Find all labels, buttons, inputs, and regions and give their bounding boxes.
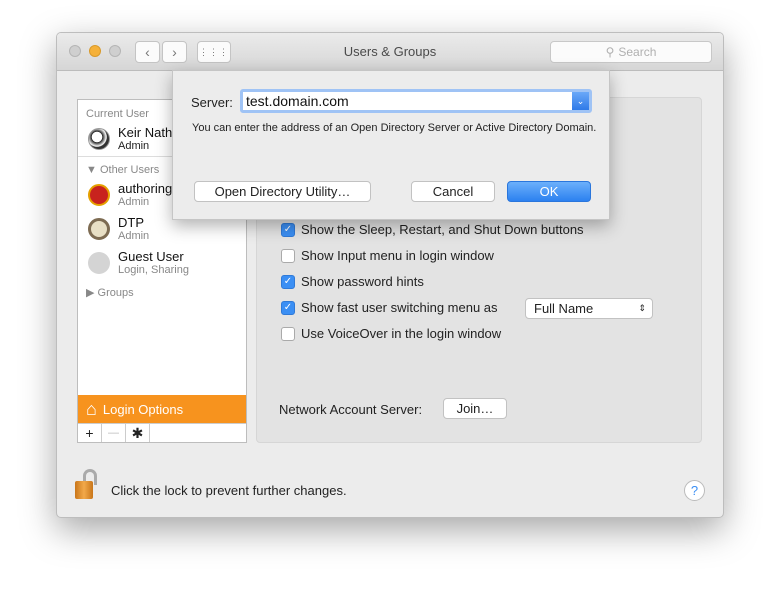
disclosure-right-icon: ▶ bbox=[86, 287, 98, 299]
checkbox[interactable]: ✓ bbox=[281, 222, 295, 237]
option-sleep-restart[interactable]: ✓ Show the Sleep, Restart, and Shut Down … bbox=[281, 222, 584, 237]
fast-switch-select[interactable]: Full Name ⇕ bbox=[525, 298, 653, 319]
server-sheet: Server: test.domain.com ⌄ You can enter … bbox=[172, 70, 610, 220]
ok-button[interactable]: OK bbox=[507, 181, 591, 202]
user-authoring[interactable]: authoring Admin bbox=[88, 182, 172, 208]
up-down-chevron-icon: ⇕ bbox=[638, 303, 646, 313]
dropdown-chevron-icon[interactable]: ⌄ bbox=[572, 92, 589, 110]
option-fast-user-switching[interactable]: ✓ Show fast user switching menu as bbox=[281, 300, 498, 315]
house-icon: ⌂ bbox=[86, 398, 97, 419]
soccer-ball-avatar bbox=[88, 128, 110, 150]
user-keir-nath[interactable]: Keir Nath Admin bbox=[88, 126, 172, 152]
lock-text: Click the lock to prevent further change… bbox=[111, 483, 347, 498]
other-users-header[interactable]: ▼ Other Users bbox=[86, 164, 159, 176]
search-input[interactable]: ⚲ Search bbox=[550, 41, 712, 63]
current-user-header: Current User bbox=[86, 108, 149, 120]
checkbox[interactable]: ✓ bbox=[281, 300, 295, 315]
server-input[interactable]: test.domain.com bbox=[246, 93, 349, 109]
cancel-button[interactable]: Cancel bbox=[411, 181, 495, 202]
login-options-item[interactable]: ⌂ Login Options bbox=[78, 395, 246, 423]
option-input-menu[interactable]: Show Input menu in login window bbox=[281, 248, 494, 263]
gear-icon[interactable]: ✱ bbox=[126, 424, 150, 442]
server-combobox[interactable]: test.domain.com ⌄ bbox=[240, 89, 592, 113]
users-groups-window: ‹ › ⋮⋮⋮ Users & Groups ⚲ Search Current U… bbox=[56, 32, 724, 518]
sidebar-toolbar: + — ✱ bbox=[78, 423, 246, 442]
checkbox[interactable] bbox=[281, 326, 295, 341]
help-button[interactable]: ? bbox=[684, 480, 705, 501]
title-bar: ‹ › ⋮⋮⋮ Users & Groups ⚲ Search bbox=[57, 33, 723, 71]
join-button[interactable]: Join… bbox=[443, 398, 507, 419]
user-avatar bbox=[88, 218, 110, 240]
network-account-label: Network Account Server: bbox=[279, 402, 423, 417]
remove-user-button[interactable]: — bbox=[102, 424, 126, 442]
groups-header[interactable]: ▶ Groups bbox=[86, 286, 134, 299]
checkbox[interactable] bbox=[281, 248, 295, 263]
lock-icon[interactable] bbox=[75, 469, 101, 501]
user-guest[interactable]: Guest User Login, Sharing bbox=[88, 250, 189, 276]
guest-avatar-icon bbox=[88, 252, 110, 274]
option-voiceover[interactable]: Use VoiceOver in the login window bbox=[281, 326, 501, 341]
search-icon: ⚲ bbox=[605, 45, 615, 59]
server-hint: You can enter the address of an Open Dir… bbox=[192, 122, 597, 134]
option-password-hints[interactable]: ✓ Show password hints bbox=[281, 274, 424, 289]
add-user-button[interactable]: + bbox=[78, 424, 102, 442]
user-avatar bbox=[88, 184, 110, 206]
server-label: Server: bbox=[191, 95, 233, 110]
checkbox[interactable]: ✓ bbox=[281, 274, 295, 289]
disclosure-down-icon: ▼ bbox=[86, 164, 100, 176]
open-directory-utility-button[interactable]: Open Directory Utility… bbox=[194, 181, 371, 202]
user-dtp[interactable]: DTP Admin bbox=[88, 216, 149, 242]
